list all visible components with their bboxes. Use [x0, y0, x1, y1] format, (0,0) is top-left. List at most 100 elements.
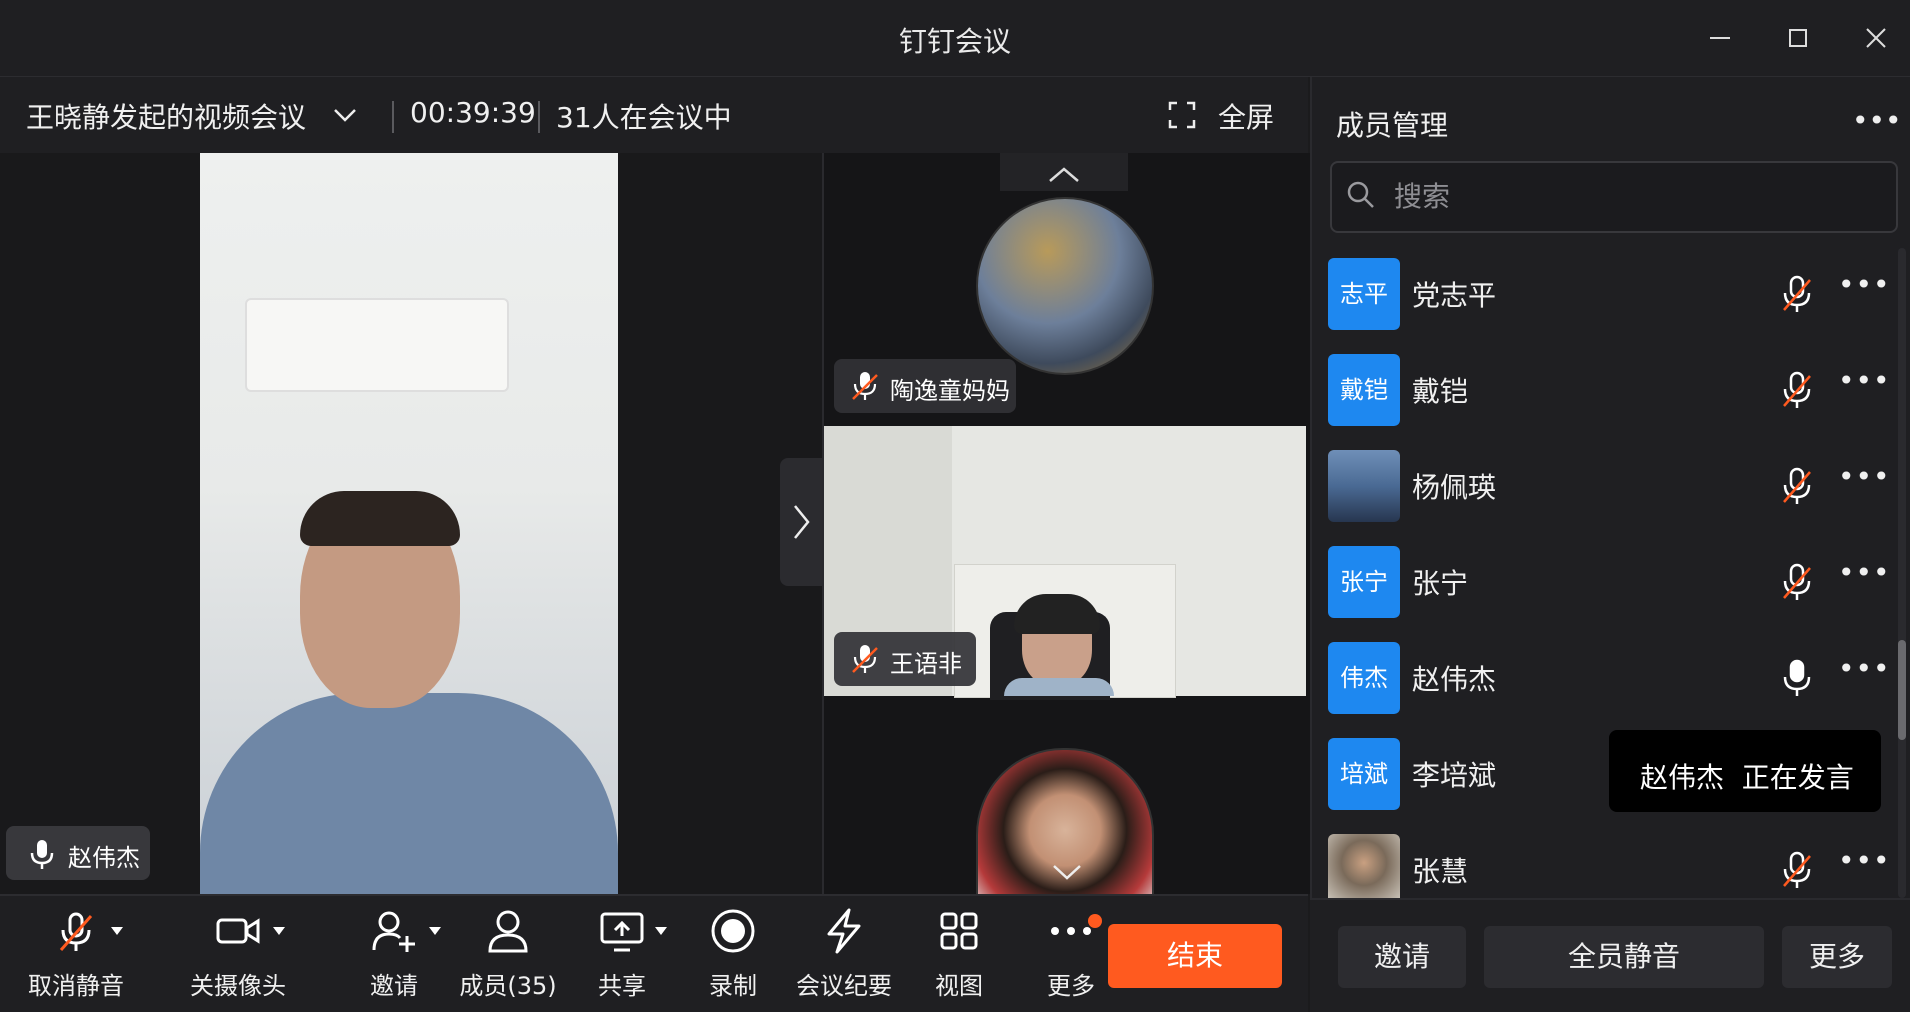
- participant-count: 31人在会议中: [556, 101, 732, 134]
- record-button[interactable]: 录制: [708, 906, 758, 1006]
- member-name: 党志平: [1412, 279, 1497, 312]
- unmute-button[interactable]: 取消静音: [26, 906, 126, 1006]
- expand-thumbnails-button[interactable]: [780, 458, 822, 586]
- end-meeting-button[interactable]: 结束: [1108, 924, 1282, 988]
- user-icon: [488, 910, 528, 953]
- background-ac-unit: [245, 298, 509, 392]
- member-row[interactable]: 伟杰 赵伟杰 •••: [1328, 634, 1891, 730]
- view-button[interactable]: 视图: [934, 906, 984, 1006]
- member-avatar: [1328, 834, 1400, 906]
- microphone-icon[interactable]: [1780, 658, 1814, 698]
- member-more-button[interactable]: •••: [1838, 652, 1891, 685]
- member-more-button[interactable]: •••: [1838, 364, 1891, 397]
- member-avatar: 培斌: [1328, 738, 1400, 810]
- mic-muted-icon: [59, 912, 93, 951]
- microphone-icon: [30, 840, 54, 869]
- member-name: 赵伟杰: [1412, 663, 1497, 696]
- caret-down-icon[interactable]: [654, 926, 668, 936]
- more-label: 更多: [1047, 972, 1095, 1000]
- unmute-label: 取消静音: [28, 972, 124, 1000]
- close-icon: [1866, 28, 1886, 48]
- minimize-button[interactable]: [1700, 18, 1740, 58]
- panel-more-button[interactable]: •••: [1852, 104, 1902, 137]
- notification-dot: [1088, 914, 1102, 928]
- participant-shirt: [1004, 678, 1114, 696]
- mic-muted-icon: [852, 645, 878, 673]
- minutes-label: 会议纪要: [796, 972, 892, 1000]
- member-row[interactable]: 杨佩瑛 •••: [1328, 442, 1891, 538]
- member-avatar: [1328, 450, 1400, 522]
- participant-tile[interactable]: 陶逸童妈妈: [824, 153, 1306, 423]
- chevron-down-icon[interactable]: [330, 100, 360, 130]
- member-avatar: 戴铠: [1328, 354, 1400, 426]
- maximize-button[interactable]: [1778, 18, 1818, 58]
- chevron-right-icon: [794, 505, 810, 539]
- record-label: 录制: [709, 972, 757, 1000]
- participant-name: 陶逸童妈妈: [890, 377, 1010, 405]
- mic-muted-icon[interactable]: [1780, 562, 1814, 602]
- scrollbar-track[interactable]: [1898, 248, 1906, 898]
- meeting-name[interactable]: 王晓静发起的视频会议: [26, 96, 306, 136]
- scroll-up-button[interactable]: [1000, 153, 1128, 191]
- fullscreen-button[interactable]: 全屏: [1218, 96, 1274, 136]
- main-video[interactable]: [200, 153, 618, 894]
- caret-down-icon[interactable]: [110, 926, 124, 936]
- member-more-button[interactable]: •••: [1838, 556, 1891, 589]
- member-more-button[interactable]: •••: [1838, 460, 1891, 493]
- panel-title: 成员管理: [1336, 109, 1449, 142]
- grid-icon: [940, 912, 978, 950]
- member-name: 戴铠: [1412, 375, 1469, 408]
- participant-avatar: [976, 197, 1154, 375]
- caret-down-icon[interactable]: [272, 926, 286, 936]
- member-row[interactable]: 志平 党志平 •••: [1328, 250, 1891, 346]
- member-row[interactable]: 张宁 张宁 •••: [1328, 538, 1891, 634]
- record-icon: [711, 909, 755, 953]
- minutes-button[interactable]: 会议纪要: [794, 906, 894, 1006]
- mic-muted-icon[interactable]: [1780, 370, 1814, 410]
- mic-muted-icon[interactable]: [1780, 850, 1814, 890]
- invite-button[interactable]: 邀请: [1338, 926, 1466, 988]
- mute-all-button[interactable]: 全员静音: [1484, 926, 1764, 988]
- camera-icon: [216, 918, 260, 944]
- mic-muted-icon[interactable]: [1780, 466, 1814, 506]
- mic-muted-icon[interactable]: [1780, 274, 1814, 314]
- member-more-button[interactable]: •••: [1838, 844, 1891, 877]
- speaker-hair: [300, 491, 460, 546]
- member-avatar: 伟杰: [1328, 642, 1400, 714]
- add-user-icon: [372, 911, 415, 952]
- member-name: 张慧: [1412, 855, 1469, 888]
- window-title: 钉钉会议: [898, 25, 1011, 58]
- divider: [392, 101, 394, 133]
- meeting-timer: 00:39:39: [410, 96, 536, 129]
- maximize-icon: [1789, 29, 1807, 47]
- view-label: 视图: [935, 972, 983, 1000]
- camera-button[interactable]: 关摄像头: [186, 906, 290, 1006]
- invite-label: 邀请: [370, 972, 418, 1000]
- close-button[interactable]: [1856, 18, 1896, 58]
- screen-share-icon: [600, 912, 644, 952]
- member-name: 杨佩瑛: [1412, 471, 1497, 504]
- member-row[interactable]: 戴铠 戴铠 •••: [1328, 346, 1891, 442]
- member-more-button[interactable]: •••: [1838, 268, 1891, 301]
- member-name: 张宁: [1412, 567, 1469, 600]
- member-name: 李培斌: [1412, 759, 1497, 792]
- search-icon: [1347, 181, 1374, 208]
- caret-down-icon[interactable]: [428, 926, 442, 936]
- fullscreen-icon[interactable]: [1168, 101, 1196, 129]
- search-input[interactable]: [1392, 175, 1876, 217]
- invite-toolbar-button[interactable]: 邀请: [366, 906, 441, 1006]
- speaker-body: [200, 693, 618, 894]
- participant-tile[interactable]: 王语非: [824, 426, 1306, 702]
- share-button[interactable]: 共享: [594, 906, 667, 1006]
- minimize-icon: [1710, 37, 1730, 39]
- speaker-name: 赵伟杰: [68, 844, 140, 872]
- scrollbar-thumb[interactable]: [1898, 640, 1906, 740]
- camera-label: 关摄像头: [190, 972, 286, 1000]
- participant-name: 王语非: [890, 650, 962, 678]
- chevron-up-icon: [1049, 167, 1079, 182]
- members-button[interactable]: 成员(35): [458, 906, 558, 1006]
- member-avatar: 志平: [1328, 258, 1400, 330]
- panel-more-footer-button[interactable]: 更多: [1782, 926, 1892, 988]
- speaking-tooltip-text: 赵伟杰 正在发言: [1640, 761, 1854, 794]
- chevron-down-icon[interactable]: [1050, 862, 1084, 882]
